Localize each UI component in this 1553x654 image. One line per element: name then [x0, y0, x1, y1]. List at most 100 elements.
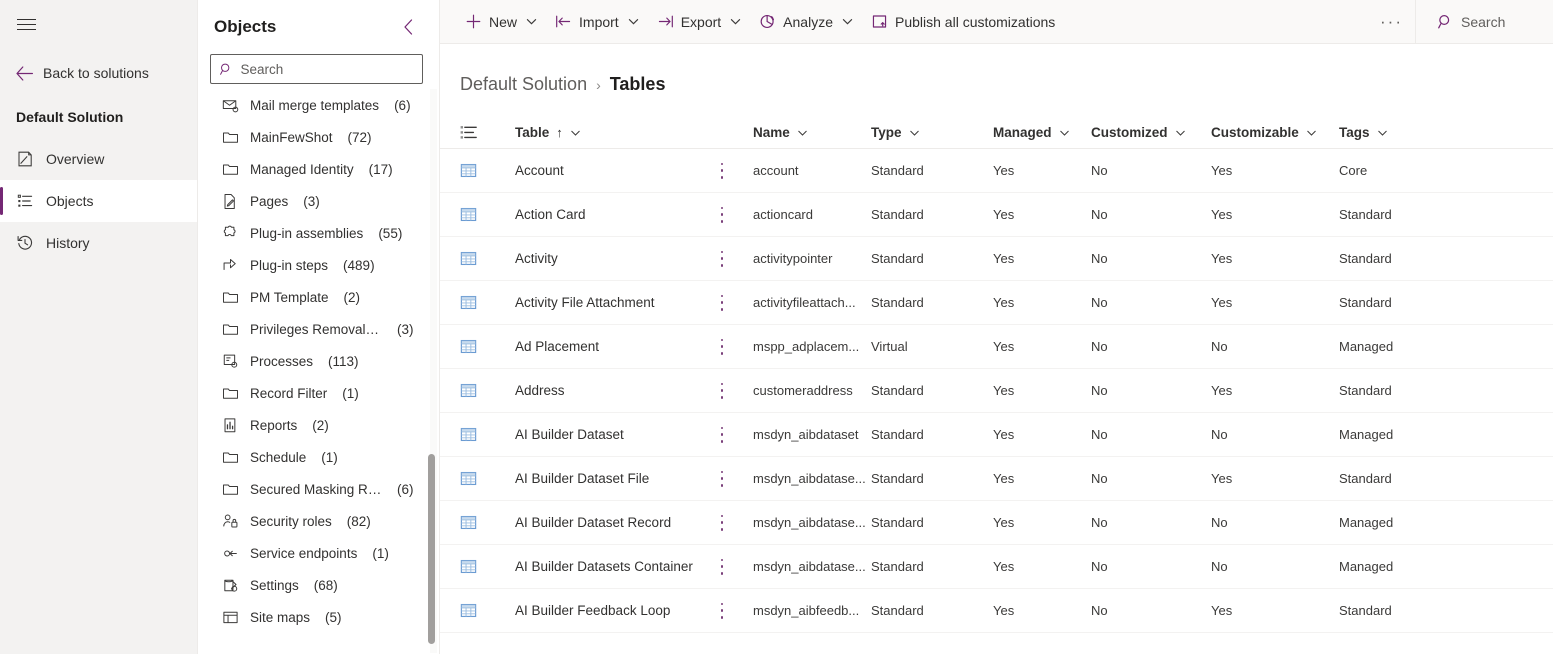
- object-list-item[interactable]: Site maps(5): [198, 601, 439, 633]
- table-row[interactable]: AI Builder Feedback Loopmsdyn_aibfeedb..…: [440, 589, 1553, 633]
- object-list-item[interactable]: Security roles(82): [198, 505, 439, 537]
- object-list-item[interactable]: Mail merge templates (6): [198, 89, 439, 121]
- table-cell-customized: No: [1091, 471, 1211, 486]
- object-list-item[interactable]: MainFewShot(72): [198, 121, 439, 153]
- table-cell-type: Standard: [871, 515, 993, 530]
- chevron-right-icon[interactable]: [228, 578, 242, 592]
- table-row[interactable]: AI Builder Dataset Filemsdyn_aibdatase..…: [440, 457, 1553, 501]
- chevron-down-icon[interactable]: [840, 16, 853, 27]
- table-cell-table: Action Card: [515, 207, 715, 222]
- object-list-item[interactable]: Processes(113): [198, 345, 439, 377]
- global-navigation-button[interactable]: [6, 4, 46, 44]
- table-cell-table: Account: [515, 163, 715, 178]
- objects-search-input[interactable]: [241, 62, 413, 77]
- column-header-tags[interactable]: Tags: [1339, 125, 1439, 140]
- table-cell-managed: Yes: [993, 427, 1091, 442]
- command-new-button[interactable]: New: [456, 2, 546, 42]
- row-order-header[interactable]: [460, 125, 515, 140]
- more-options-icon[interactable]: [715, 603, 729, 619]
- back-to-solutions-button[interactable]: Back to solutions: [0, 57, 197, 89]
- chevron-down-icon[interactable]: [626, 16, 639, 27]
- more-options-icon[interactable]: [715, 295, 729, 311]
- command-export-button[interactable]: Export: [648, 2, 750, 42]
- column-header-customizable[interactable]: Customizable: [1211, 125, 1339, 140]
- chevron-down-icon[interactable]: [728, 16, 741, 27]
- object-list-item-label: Mail merge templates: [250, 98, 379, 113]
- object-list-item[interactable]: Plug-in steps(489): [198, 249, 439, 281]
- more-options-icon[interactable]: [715, 515, 729, 531]
- table-row[interactable]: Activity File Attachmentactivityfileatta…: [440, 281, 1553, 325]
- object-list-item[interactable]: PM Template(2): [198, 281, 439, 313]
- more-options-icon[interactable]: [715, 339, 729, 355]
- row-actions-cell: [715, 295, 753, 311]
- column-header-customized[interactable]: Customized: [1091, 125, 1211, 140]
- object-list-item-count: (6): [394, 98, 411, 113]
- table-row[interactable]: AI Builder Dataset Recordmsdyn_aibdatase…: [440, 501, 1553, 545]
- object-list-item[interactable]: Pages(3): [198, 185, 439, 217]
- object-list-item-label: Processes: [250, 354, 313, 369]
- more-commands-button[interactable]: ···: [1368, 12, 1415, 32]
- object-list-item[interactable]: Settings(68): [198, 569, 439, 601]
- table-row[interactable]: ActivityactivitypointerStandardYesNoYesS…: [440, 237, 1553, 281]
- analyze-icon: [759, 13, 776, 30]
- command-label: Publish all customizations: [895, 14, 1055, 30]
- row-actions-cell: [715, 603, 753, 619]
- object-list-item-label: Schedule: [250, 450, 306, 465]
- object-list-item-label: Record Filter: [250, 386, 327, 401]
- collapse-panel-button[interactable]: [397, 16, 419, 38]
- command-publish-all-customizations-button[interactable]: Publish all customizations: [862, 2, 1064, 42]
- more-options-icon[interactable]: [715, 207, 729, 223]
- table-row[interactable]: AccountaccountStandardYesNoYesCore: [440, 149, 1553, 193]
- objects-list-scroll[interactable]: Mail merge templates (6) MainFewShot(72)Ma…: [198, 89, 439, 654]
- command-analyze-button[interactable]: Analyze: [750, 2, 862, 42]
- more-options-icon[interactable]: [715, 427, 729, 443]
- column-header-name-label: Name: [753, 125, 790, 140]
- object-list-item[interactable]: Managed Identity(17): [198, 153, 439, 185]
- table-row[interactable]: AI Builder Datasetmsdyn_aibdatasetStanda…: [440, 413, 1553, 457]
- column-header-table[interactable]: Table ↑: [515, 125, 715, 140]
- objects-scrollbar-thumb[interactable]: [428, 454, 435, 644]
- table-row[interactable]: AI Builder Datasets Containermsdyn_aibda…: [440, 545, 1553, 589]
- sidebar-item-objects[interactable]: Objects: [0, 180, 197, 222]
- overview-icon: [16, 150, 34, 168]
- table-cell-customized: No: [1091, 295, 1211, 310]
- breadcrumb-parent[interactable]: Default Solution: [460, 74, 587, 95]
- table-cell-managed: Yes: [993, 163, 1091, 178]
- object-list-item[interactable]: Schedule(1): [198, 441, 439, 473]
- table-cell-name: customeraddress: [753, 383, 871, 398]
- plus-icon: [465, 13, 482, 30]
- column-header-name[interactable]: Name: [753, 125, 871, 140]
- global-search-button[interactable]: Search: [1415, 0, 1553, 44]
- object-list-item-count: (17): [369, 162, 393, 177]
- sidebar-item-overview[interactable]: Overview: [0, 138, 197, 180]
- object-list-item[interactable]: Privileges Removal S...(3): [198, 313, 439, 345]
- report-icon: [222, 417, 239, 434]
- table-cell-table: Address: [515, 383, 715, 398]
- chevron-down-icon: [1059, 128, 1070, 138]
- table-row[interactable]: Ad Placementmspp_adplacem...VirtualYesNo…: [440, 325, 1553, 369]
- more-options-icon[interactable]: [715, 383, 729, 399]
- more-options-icon[interactable]: [715, 471, 729, 487]
- command-import-button[interactable]: Import: [546, 2, 648, 42]
- chevron-down-icon[interactable]: [524, 16, 537, 27]
- objects-scrollbar-track[interactable]: [430, 89, 437, 653]
- table-cell-customizable: Yes: [1211, 251, 1339, 266]
- table-cell-tags: Core: [1339, 163, 1439, 178]
- object-list-item[interactable]: Reports(2): [198, 409, 439, 441]
- more-options-icon[interactable]: [715, 163, 729, 179]
- object-list-item[interactable]: Record Filter(1): [198, 377, 439, 409]
- sidebar-item-history[interactable]: History: [0, 222, 197, 264]
- more-options-icon[interactable]: [715, 251, 729, 267]
- more-options-icon[interactable]: [715, 559, 729, 575]
- column-header-type[interactable]: Type: [871, 125, 993, 140]
- column-header-managed[interactable]: Managed: [993, 125, 1091, 140]
- object-list-item[interactable]: Secured Masking Rule(6): [198, 473, 439, 505]
- table-row[interactable]: Action CardactioncardStandardYesNoYesSta…: [440, 193, 1553, 237]
- table-icon: [460, 250, 477, 267]
- table-row[interactable]: AddresscustomeraddressStandardYesNoYesSt…: [440, 369, 1553, 413]
- table-cell-managed: Yes: [993, 251, 1091, 266]
- object-list-item[interactable]: Plug-in assemblies(55): [198, 217, 439, 249]
- object-list-item[interactable]: Service endpoints(1): [198, 537, 439, 569]
- puzzle-icon: [222, 225, 239, 242]
- objects-search-box[interactable]: [210, 54, 423, 84]
